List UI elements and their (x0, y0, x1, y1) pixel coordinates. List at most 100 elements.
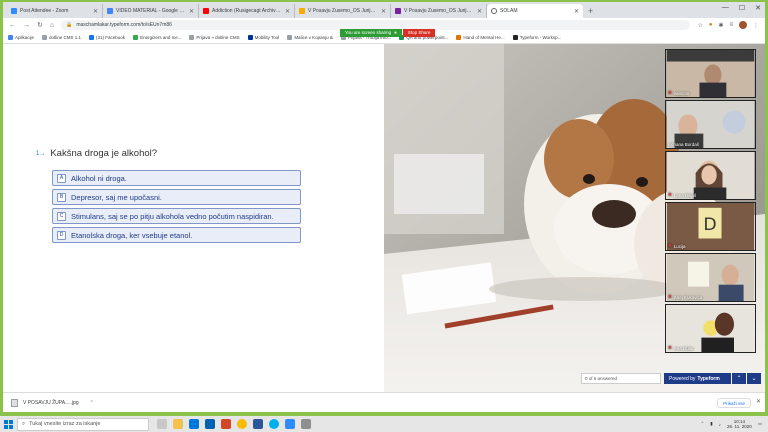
close-icon[interactable]: ✕ (381, 8, 386, 15)
powerpoint-icon[interactable] (221, 419, 231, 429)
chrome-icon[interactable] (237, 419, 247, 429)
bookmark-item[interactable]: Prijava » dotline CMS (189, 35, 240, 40)
close-icon[interactable]: ✕ (93, 8, 98, 15)
search-placeholder: Tukaj vnesite izraz za iskanje (29, 421, 101, 427)
puzzle-icon[interactable]: ✱ (718, 22, 723, 29)
new-tab-button[interactable]: + (588, 4, 593, 18)
taskbar-search[interactable]: ⌕ Tukaj vnesite izraz za iskanje (17, 417, 149, 431)
bookmark-label: Malice v Kopanju & (294, 35, 333, 40)
stop-share-button[interactable]: Stop Share (402, 29, 436, 37)
close-icon[interactable]: ✕ (285, 8, 290, 15)
windows-start-icon[interactable] (4, 419, 13, 429)
bookmark-label: Mobility Tool (254, 35, 280, 40)
choice-a[interactable]: A Alkohol ni droga. (52, 170, 301, 186)
windows-taskbar: ⌕ Tukaj vnesite izraz za iskanje ⌃ ▮ ♪ 1… (0, 416, 768, 432)
more-icon[interactable]: ⋮ (753, 22, 759, 29)
close-icon[interactable]: ✕ (477, 8, 482, 15)
bookmark-item[interactable]: Typeform - Worksp... (512, 35, 561, 40)
chevron-up-icon[interactable]: ⌃ (732, 373, 746, 384)
download-bar: V POSAVJU ŽUPA.....jpg ⌃ Prikaži vse ✕ (3, 392, 765, 412)
bookmark-item[interactable]: Energizers and Ice... (133, 35, 181, 40)
task-view-icon[interactable] (157, 419, 167, 429)
tab-label: SOLAM (500, 8, 518, 14)
participant-video[interactable]: Adriana Bordaš (665, 100, 756, 149)
typeform-brand: Typeform (697, 375, 720, 382)
volume-icon[interactable]: ♪ (719, 422, 721, 427)
hand-icon (456, 35, 462, 40)
bookmark-item[interactable]: dotline CMS 1.1 (42, 35, 81, 40)
participant-name: ✖ Ana Dular (668, 345, 694, 351)
choice-d[interactable]: D Etanolska droga, ker vsebuje etanol. (52, 227, 301, 243)
tab-solam[interactable]: SOLAM ✕ (487, 4, 583, 18)
participant-video[interactable]: ✖ Anej Kukovica (665, 253, 756, 302)
mail-icon[interactable] (205, 419, 215, 429)
progress-answered: 0 of 6 answered (581, 373, 661, 384)
forward-icon[interactable]: → (23, 22, 30, 29)
close-window-icon[interactable]: ✕ (755, 4, 761, 12)
tab-posavje-2[interactable]: V Posavju Zusemo_OŠ Jurija Dal ✕ (391, 4, 487, 18)
reload-icon[interactable]: ↻ (37, 21, 43, 29)
tab-posavje-1[interactable]: V Posavju Zusemo_OŠ Jurija Dal ✕ (295, 4, 391, 18)
participant-video[interactable]: ✖ Ana Dular (665, 304, 756, 353)
question-text: Kakšna droga je alkohol? (50, 148, 158, 159)
choice-c[interactable]: C Stimulans, saj se po pitju alkohola ve… (52, 208, 301, 224)
back-icon[interactable]: ← (9, 22, 16, 29)
bookmark-item[interactable]: (31) Facebook (89, 35, 125, 40)
typeform-page: 1→ Kakšna droga je alkohol? A Alkohol ni… (3, 44, 765, 392)
chevron-up-icon[interactable]: ⌃ (701, 421, 705, 427)
tab-zoom[interactable]: Post Attendee - Zoom ✕ (7, 4, 103, 18)
muted-mic-icon: ✖ (668, 243, 672, 248)
zoom-video-panel: ✖ valentin Adriana Bordaš ✖ Lana Balaš D ✖… (665, 49, 756, 353)
bookmark-label: dotline CMS 1.1 (49, 35, 82, 40)
participant-name: ✖ Anej Kukovica (668, 294, 702, 300)
document-icon (395, 8, 401, 14)
word-icon[interactable] (253, 419, 263, 429)
powered-by-typeform[interactable]: Powered by Typeform (664, 373, 731, 384)
chevron-up-icon[interactable]: ⌃ (90, 400, 94, 406)
bookmark-item[interactable]: Aplikacije (8, 35, 34, 40)
profile-avatar[interactable] (739, 21, 747, 29)
bookmark-label: Hand of Mental He... (463, 35, 505, 40)
show-all-button[interactable]: Prikaži vse (717, 398, 751, 408)
close-icon[interactable]: ✕ (189, 8, 194, 15)
file-explorer-icon[interactable] (173, 419, 183, 429)
clock[interactable]: 10:14 26. 11. 2020 (727, 419, 752, 430)
store-icon[interactable] (189, 419, 199, 429)
home-icon[interactable]: ⌂ (50, 22, 54, 29)
tab-label: V Posavju Zusemo_OŠ Jurija Dal (404, 8, 474, 14)
participant-video[interactable]: D ✖ Lucija (665, 202, 756, 251)
muted-mic-icon: ✖ (668, 90, 672, 95)
star-icon[interactable]: ☆ (697, 22, 702, 29)
chevron-down-icon[interactable]: ⌄ (747, 373, 761, 384)
participant-name: ✖ Lucija (668, 243, 686, 249)
choice-key: C (57, 211, 66, 221)
choice-label: Stimulans, saj se po pitju alkohola vedn… (71, 211, 274, 221)
choice-label: Alkohol ni droga. (71, 173, 127, 183)
bookmark-item[interactable]: Hand of Mental He... (456, 35, 505, 40)
choice-label: Etanolska droga, ker vsebuje etanol. (71, 230, 193, 240)
zoom-icon[interactable] (285, 419, 295, 429)
bookmark-item[interactable]: Mobility Tool (247, 35, 280, 40)
browser-window: Post Attendee - Zoom ✕ VIDEO MATERIAL - … (3, 2, 765, 412)
menu-list-icon[interactable]: ≡ (729, 22, 733, 28)
clock-date: 26. 11. 2020 (727, 424, 752, 429)
participant-video[interactable]: ✖ valentin (665, 49, 756, 98)
extension-icon[interactable]: ● (709, 22, 713, 28)
pen-icon[interactable] (301, 419, 311, 429)
download-filename[interactable]: V POSAVJU ŽUPA.....jpg (23, 400, 79, 406)
participant-video[interactable]: ✖ Lana Balaš (665, 151, 756, 200)
close-icon[interactable]: ✕ (574, 8, 579, 15)
close-icon[interactable]: ✕ (756, 398, 761, 405)
notifications-icon[interactable]: ▭ (758, 421, 762, 427)
choice-b[interactable]: B Depresor, saj me upočasni. (52, 189, 301, 205)
leaf-icon (133, 35, 139, 40)
tab-youtube[interactable]: Addiction (Rusigecagt Archives) ✕ (199, 4, 295, 18)
maximize-icon[interactable]: ☐ (739, 4, 745, 12)
globe-icon (189, 35, 195, 40)
network-icon[interactable]: ▮ (710, 421, 712, 427)
tab-drive[interactable]: VIDEO MATERIAL - Google Driv ✕ (103, 4, 199, 18)
bookmark-label: (31) Facebook (96, 35, 126, 40)
skype-icon[interactable] (269, 419, 279, 429)
bookmark-item[interactable]: Malice v Kopanju & (287, 35, 333, 40)
minimize-icon[interactable]: — (722, 4, 729, 12)
